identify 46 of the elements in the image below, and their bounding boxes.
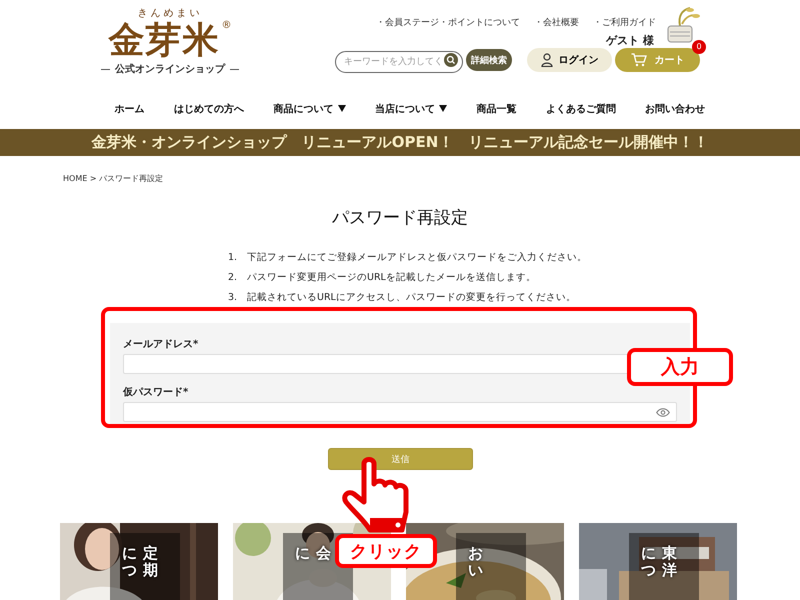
logo-reading: きんめまい	[138, 7, 202, 20]
tile-caption: 東洋	[662, 545, 677, 578]
field-label: 仮パスワード*	[123, 386, 190, 399]
nav-link[interactable]: 商品について	[274, 102, 346, 116]
tile-caption: につ	[122, 545, 137, 578]
nav-link[interactable]: よくあるご質問	[546, 102, 616, 116]
step-number: 2.	[228, 271, 238, 285]
tile-caption: につ	[641, 545, 656, 578]
nav-link[interactable]: 当店について	[374, 102, 447, 116]
search-field[interactable]: キーワードを入力してく	[335, 51, 463, 73]
search-icon[interactable]	[444, 53, 458, 67]
nav-link[interactable]: ホーム	[114, 102, 145, 116]
header-link[interactable]: ・会員ステージ・ポイントについて	[376, 16, 520, 29]
registered-mark: ®	[222, 20, 232, 31]
eye-icon[interactable]	[656, 408, 670, 416]
breadcrumb: HOME > パスワード再設定	[63, 173, 164, 184]
nav-link[interactable]: お問い合わせ	[645, 102, 706, 116]
nav-link[interactable]: はじめての方へ	[174, 102, 244, 116]
field-label: メールアドレス*	[123, 338, 200, 351]
tile-caption: 会	[316, 545, 331, 562]
advanced-search-button[interactable]: 詳細検索	[466, 49, 512, 71]
step-text: 下記フォームにてご登録メールアドレスと仮パスワードをご入力ください。	[247, 251, 587, 265]
cart-count-badge: 0	[692, 40, 706, 54]
user-name: ゲスト 様	[606, 33, 654, 48]
step-text: パスワード変更用ページのURLを記載したメールを送信します。	[247, 271, 536, 285]
header-link[interactable]: ・ご利用ガイド	[593, 16, 656, 29]
person-icon	[540, 53, 552, 67]
click-annotation-tooltip: クリック	[335, 534, 437, 568]
input-annotation-tooltip: 入力	[627, 348, 733, 386]
nav-link[interactable]: 商品一覧	[476, 102, 516, 116]
announcement-banner: 金芽米・オンラインショップ リニューアルOPEN！ リニューアル記念セール開催中！！	[0, 129, 800, 156]
tile-caption: に	[295, 545, 310, 562]
cart-icon	[630, 53, 646, 67]
tile-caption: おい	[468, 545, 483, 578]
caret-icon	[438, 105, 447, 112]
header-link[interactable]: ・会社概要	[534, 16, 579, 29]
password-field[interactable]	[123, 402, 677, 422]
step-number: 1.	[228, 251, 238, 265]
tile-caption: 定期	[143, 545, 158, 578]
logo-wordmark[interactable]: 金芽米	[108, 20, 220, 60]
logo-tagline: 公式オンラインショップ	[115, 62, 225, 76]
step-number: 3.	[228, 291, 238, 305]
caret-icon	[338, 105, 346, 112]
step-text: 記載されているURLにアクセスし、パスワードの変更を行ってください。	[247, 291, 576, 305]
login-button[interactable]: ログイン	[527, 48, 612, 72]
page-title: パスワード再設定	[331, 207, 469, 229]
